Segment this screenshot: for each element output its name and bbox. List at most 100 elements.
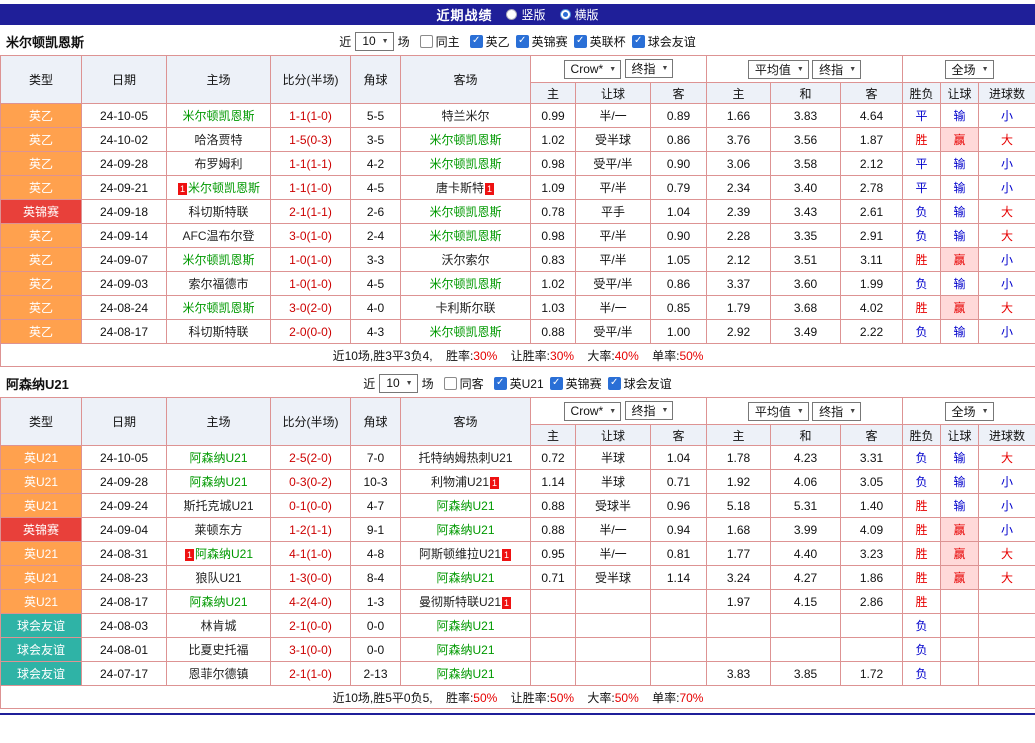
team-name[interactable]: 布罗姆利 bbox=[194, 157, 242, 171]
league-filter[interactable]: ✓英U21 bbox=[494, 375, 544, 392]
team-name[interactable]: 阿森纳U21 bbox=[436, 571, 494, 585]
match-row: 英乙24-09-03索尔福德市1-0(1-0)4-5米尔顿凯恩斯1.02受平/半… bbox=[1, 272, 1035, 296]
same-venue-filter[interactable]: 同主 bbox=[420, 33, 460, 50]
team-name[interactable]: 米尔顿凯恩斯 bbox=[182, 109, 254, 123]
team-name[interactable]: 曼彻斯特联U21 bbox=[419, 595, 501, 609]
match-score[interactable]: 0-1(0-0) bbox=[271, 494, 351, 518]
avg-source-select[interactable]: 平均值▼ bbox=[748, 402, 809, 421]
team-name[interactable]: 狼队U21 bbox=[195, 571, 241, 585]
match-count-select[interactable]: 10 ▼ bbox=[379, 374, 417, 393]
team-name[interactable]: 阿森纳U21 bbox=[436, 643, 494, 657]
league-filter[interactable]: ✓球会友谊 bbox=[632, 33, 696, 50]
same-filter-checkbox[interactable] bbox=[420, 35, 433, 48]
match-score[interactable]: 3-0(1-0) bbox=[271, 224, 351, 248]
team-name[interactable]: 米尔顿凯恩斯 bbox=[182, 301, 254, 315]
team-name[interactable]: 米尔顿凯恩斯 bbox=[188, 181, 260, 195]
same-venue-filter[interactable]: 同客 bbox=[444, 375, 484, 392]
team-name[interactable]: 科切斯特联 bbox=[188, 205, 248, 219]
odds-source-select[interactable]: Crow*▼ bbox=[564, 60, 622, 79]
team-name[interactable]: 阿森纳U21 bbox=[436, 499, 494, 513]
team-name[interactable]: 恩菲尔德镇 bbox=[188, 667, 248, 681]
radio-icon[interactable] bbox=[506, 9, 517, 20]
match-score[interactable]: 4-2(4-0) bbox=[271, 590, 351, 614]
team-name[interactable]: 阿森纳U21 bbox=[189, 475, 247, 489]
match-score[interactable]: 2-1(1-1) bbox=[271, 200, 351, 224]
team-name[interactable]: 卡利斯尔联 bbox=[435, 301, 495, 315]
match-score[interactable]: 1-5(0-3) bbox=[271, 128, 351, 152]
match-score[interactable]: 1-1(1-1) bbox=[271, 152, 351, 176]
checkbox-icon[interactable]: ✓ bbox=[632, 35, 645, 48]
team-name[interactable]: 哈洛贾特 bbox=[194, 133, 242, 147]
team-name[interactable]: 米尔顿凯恩斯 bbox=[182, 253, 254, 267]
team-name[interactable]: 阿森纳U21 bbox=[189, 595, 247, 609]
team-name[interactable]: 利物浦U21 bbox=[431, 475, 489, 489]
team-name[interactable]: 阿森纳U21 bbox=[436, 667, 494, 681]
checkbox-icon[interactable]: ✓ bbox=[470, 35, 483, 48]
team-name[interactable]: 托特纳姆热刺U21 bbox=[418, 451, 512, 465]
match-count-select[interactable]: 10 ▼ bbox=[355, 32, 393, 51]
odds-kind-select[interactable]: 终指▼ bbox=[625, 401, 674, 420]
team-name[interactable]: 比夏史托福 bbox=[188, 643, 248, 657]
home-team-cell: 米尔顿凯恩斯 bbox=[167, 248, 271, 272]
result-scope-select[interactable]: 全场▼ bbox=[945, 60, 994, 79]
checkbox-icon[interactable]: ✓ bbox=[494, 377, 507, 390]
result-scope-select[interactable]: 全场▼ bbox=[945, 402, 994, 421]
match-score[interactable]: 2-0(0-0) bbox=[271, 320, 351, 344]
match-score[interactable]: 1-1(1-0) bbox=[271, 104, 351, 128]
match-score[interactable]: 1-0(1-0) bbox=[271, 272, 351, 296]
stat-label: 让胜率: bbox=[511, 691, 550, 705]
odds-kind-select[interactable]: 终指▼ bbox=[625, 59, 674, 78]
team-name[interactable]: 唐卡斯特 bbox=[436, 181, 484, 195]
match-score[interactable]: 2-1(1-0) bbox=[271, 662, 351, 686]
team-name[interactable]: 阿森纳U21 bbox=[195, 547, 253, 561]
team-name[interactable]: 科切斯特联 bbox=[188, 325, 248, 339]
team-name[interactable]: AFC温布尔登 bbox=[182, 229, 254, 243]
match-type: 英锦赛 bbox=[1, 200, 82, 224]
team-name[interactable]: 阿斯顿维拉U21 bbox=[419, 547, 501, 561]
team-name[interactable]: 阿森纳U21 bbox=[436, 523, 494, 537]
league-filter[interactable]: ✓英锦赛 bbox=[550, 375, 602, 392]
match-score[interactable]: 2-5(2-0) bbox=[271, 446, 351, 470]
checkbox-icon[interactable]: ✓ bbox=[550, 377, 563, 390]
league-filter[interactable]: ✓英锦赛 bbox=[516, 33, 568, 50]
team-name[interactable]: 阿森纳U21 bbox=[189, 451, 247, 465]
avg-kind-select[interactable]: 终指▼ bbox=[812, 60, 861, 79]
checkbox-icon[interactable]: ✓ bbox=[574, 35, 587, 48]
view-radio-horizontal[interactable]: 横版 bbox=[560, 6, 599, 23]
match-score[interactable]: 1-0(1-0) bbox=[271, 248, 351, 272]
checkbox-icon[interactable]: ✓ bbox=[516, 35, 529, 48]
team-name[interactable]: 米尔顿凯恩斯 bbox=[429, 133, 501, 147]
match-score[interactable]: 1-1(1-0) bbox=[271, 176, 351, 200]
team-name[interactable]: 林肯城 bbox=[200, 619, 236, 633]
match-score[interactable]: 0-3(0-2) bbox=[271, 470, 351, 494]
team-name[interactable]: 莱顿东方 bbox=[194, 523, 242, 537]
odds-home bbox=[531, 638, 576, 662]
team-name[interactable]: 米尔顿凯恩斯 bbox=[429, 325, 501, 339]
league-filter[interactable]: ✓球会友谊 bbox=[608, 375, 672, 392]
radio-icon[interactable] bbox=[560, 9, 571, 20]
match-score[interactable]: 3-1(0-0) bbox=[271, 638, 351, 662]
avg-kind-select[interactable]: 终指▼ bbox=[812, 402, 861, 421]
team-name[interactable]: 斯托克城U21 bbox=[183, 499, 253, 513]
odds-source-select[interactable]: Crow*▼ bbox=[564, 402, 622, 421]
league-filter[interactable]: ✓英乙 bbox=[470, 33, 510, 50]
team-name[interactable]: 米尔顿凯恩斯 bbox=[429, 277, 501, 291]
league-filter[interactable]: ✓英联杯 bbox=[574, 33, 626, 50]
match-score[interactable]: 1-3(0-0) bbox=[271, 566, 351, 590]
avg-source-select[interactable]: 平均值▼ bbox=[748, 60, 809, 79]
same-filter-checkbox[interactable] bbox=[444, 377, 457, 390]
team-name[interactable]: 米尔顿凯恩斯 bbox=[429, 205, 501, 219]
view-radio-vertical[interactable]: 竖版 bbox=[506, 6, 545, 23]
match-score[interactable]: 3-0(2-0) bbox=[271, 296, 351, 320]
match-score[interactable]: 1-2(1-1) bbox=[271, 518, 351, 542]
checkbox-icon[interactable]: ✓ bbox=[608, 377, 621, 390]
team-name[interactable]: 特兰米尔 bbox=[441, 109, 489, 123]
team-name[interactable]: 米尔顿凯恩斯 bbox=[429, 157, 501, 171]
match-score[interactable]: 2-1(0-0) bbox=[271, 614, 351, 638]
team-name[interactable]: 阿森纳U21 bbox=[436, 619, 494, 633]
match-score[interactable]: 4-1(1-0) bbox=[271, 542, 351, 566]
team-name[interactable]: 索尔福德市 bbox=[188, 277, 248, 291]
summary-stat: 胜率:50% bbox=[446, 691, 497, 705]
team-name[interactable]: 沃尔索尔 bbox=[441, 253, 489, 267]
team-name[interactable]: 米尔顿凯恩斯 bbox=[429, 229, 501, 243]
